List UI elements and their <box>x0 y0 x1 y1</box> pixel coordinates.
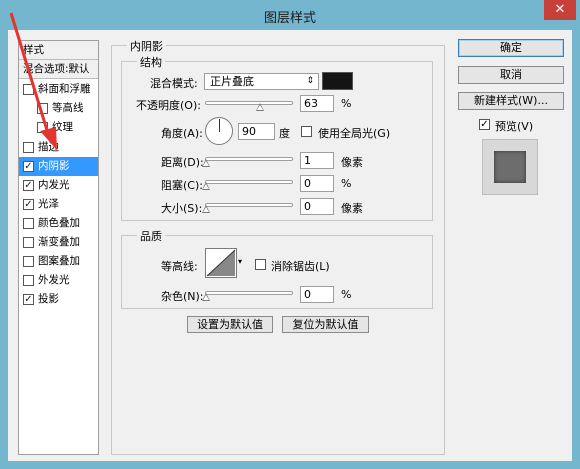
annotation-arrow <box>9 12 57 150</box>
layer-style-dialog: 图层样式 ✕ 样式 混合选项:默认 斜面和浮雕 等高线 纹理 描边 ✓ 内阴影 … <box>0 0 580 469</box>
arrow-head-icon <box>40 127 57 150</box>
